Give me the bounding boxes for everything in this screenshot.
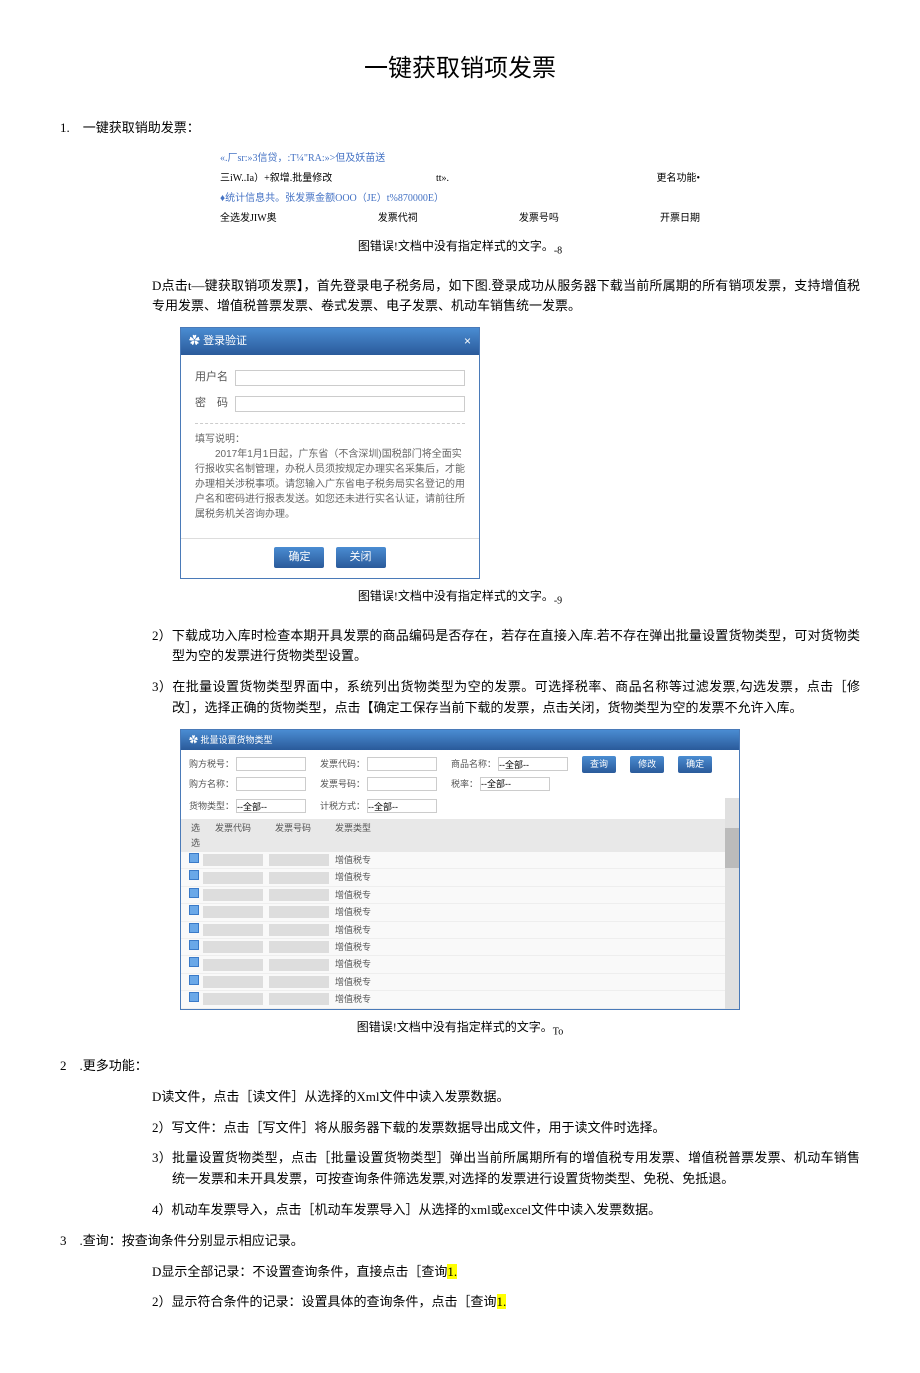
s2-p2: 2）写文件：点击［写文件］将从服务器下载的发票数据导出成文件，用于读文件时选择。 bbox=[60, 1118, 860, 1139]
filter-label: 税率： bbox=[451, 777, 478, 791]
checkbox[interactable] bbox=[185, 975, 203, 989]
toolbar-row2b: tt». bbox=[436, 171, 449, 187]
filter-label: 发票代码： bbox=[320, 757, 365, 771]
close-button[interactable]: 关闭 bbox=[336, 547, 386, 569]
checkbox[interactable] bbox=[185, 992, 203, 1006]
toolbar-row2a: 三iW..Ia）+叙增.批量修改 bbox=[220, 171, 332, 187]
filter-input[interactable] bbox=[367, 799, 437, 813]
page-title: 一键获取销项发票 bbox=[60, 50, 860, 88]
checkbox[interactable] bbox=[185, 870, 203, 884]
filter-input[interactable] bbox=[236, 799, 306, 813]
note-title: 填写说明： bbox=[195, 432, 465, 447]
paragraph-3: 3）在批量设置货物类型界面中，系统列出货物类型为空的发票。可选择税率、商品名称等… bbox=[60, 677, 860, 719]
scrollbar[interactable] bbox=[725, 798, 739, 1009]
s2-p4: 4）机动车发票导入，点击［机动车发票导入］从选择的xml或excel文件中读入发… bbox=[60, 1200, 860, 1221]
table-row[interactable]: 增值税专 bbox=[181, 887, 739, 904]
close-icon[interactable]: × bbox=[464, 332, 471, 351]
scrollbar-thumb[interactable] bbox=[725, 828, 739, 868]
table-row[interactable]: 增值税专 bbox=[181, 991, 739, 1008]
determine-button[interactable]: 确定 bbox=[678, 756, 712, 772]
gear-icon: ✿ bbox=[189, 735, 198, 745]
filter-label: 商品名称： bbox=[451, 757, 496, 771]
th-invoice-num: 发票号吗 bbox=[519, 211, 559, 227]
paragraph-2: 2）下载成功入库时检查本期开具发票的商品编码是否存在，若存在直接入库.若不存在弹… bbox=[60, 626, 860, 668]
toolbar-row1: «.厂sr:»3信贷，:T¼"RA:»>但及妖苗送 bbox=[220, 151, 385, 167]
ok-button[interactable]: 确定 bbox=[274, 547, 324, 569]
paragraph-1a: D点击t—键获取销项发票】，首先登录电子税务局，如下图.登录成功从服务器下载当前… bbox=[60, 276, 860, 318]
note-body: 2017年1月1日起，广东省（不含深圳)国税部门将全面实行报收实名制管理，办税人… bbox=[195, 447, 465, 522]
filter-input[interactable] bbox=[367, 757, 437, 771]
filter-label: 购方名称： bbox=[189, 777, 234, 791]
username-input[interactable] bbox=[235, 370, 465, 386]
section-1-head: 1. 一键获取销助发票： bbox=[60, 118, 860, 139]
query-button[interactable]: 查询 bbox=[582, 756, 616, 772]
table-row[interactable]: 增值税专 bbox=[181, 956, 739, 973]
s2-p3: 3）批量设置货物类型，点击［批量设置货物类型］弹出当前所属期所有的增值税专用发票… bbox=[60, 1148, 860, 1190]
checkbox[interactable] bbox=[185, 905, 203, 919]
batch-titlebar: ✿ 批量设置货物类型 bbox=[181, 730, 739, 750]
filter-input[interactable] bbox=[236, 777, 306, 791]
filter-label: 发票号码： bbox=[320, 777, 365, 791]
table-row[interactable]: 增值税专 bbox=[181, 922, 739, 939]
figure-caption-9: 图错误!文档中没有指定样式的文字。-9 bbox=[60, 587, 860, 609]
th-select-all: 全选发JIW奥 bbox=[220, 211, 277, 227]
batch-table-header: 选选 发票代码 发票号码 发票类型 bbox=[181, 819, 739, 852]
toolbar-figure: «.厂sr:»3信贷，:T¼"RA:»>但及妖苗送 三iW..Ia）+叙增.批量… bbox=[220, 149, 700, 229]
figure-caption-t: 图错误!文档中没有指定样式的文字。To bbox=[60, 1018, 860, 1040]
batch-dialog-figure: ✿ 批量设置货物类型 购方税号： 发票代码： 商品名称： 查询 修改 确定 购方… bbox=[180, 729, 740, 1010]
table-row[interactable]: 增值税专 bbox=[181, 869, 739, 886]
checkbox[interactable] bbox=[185, 888, 203, 902]
login-dialog-figure: ✿ 登录验证 × 用户名 密 码 填写说明： 2017年1月1日起，广东省（不含… bbox=[180, 327, 480, 579]
filter-input[interactable] bbox=[236, 757, 306, 771]
gear-icon: ✿ bbox=[189, 335, 200, 347]
filter-input[interactable] bbox=[367, 777, 437, 791]
batch-title: 批量设置货物类型 bbox=[201, 735, 273, 745]
highlight-text: 1. bbox=[447, 1264, 457, 1279]
table-row[interactable]: 增值税专 bbox=[181, 939, 739, 956]
batch-filter-bar: 购方税号： 发票代码： 商品名称： 查询 修改 确定 购方名称： 发票号码： 税… bbox=[181, 750, 739, 819]
toolbar-row2c: 更名功能• bbox=[656, 171, 700, 187]
modify-button[interactable]: 修改 bbox=[630, 756, 664, 772]
filter-input[interactable] bbox=[480, 777, 550, 791]
login-titlebar: ✿ 登录验证 × bbox=[181, 328, 479, 355]
filter-input[interactable] bbox=[498, 757, 568, 771]
batch-table-body: 增值税专 增值税专 增值税专 增值税专 增值税专 增值税专 增值税专 增值税专 … bbox=[181, 852, 739, 1009]
table-row[interactable]: 增值税专 bbox=[181, 904, 739, 921]
filter-label: 计税方式： bbox=[320, 799, 365, 813]
checkbox[interactable] bbox=[185, 957, 203, 971]
section-2-head: 2 .更多功能： bbox=[60, 1056, 860, 1077]
password-input[interactable] bbox=[235, 396, 465, 412]
checkbox[interactable] bbox=[185, 853, 203, 867]
password-label: 密 码 bbox=[195, 395, 235, 413]
toolbar-row3: ♦统计信息共。张发票金额OOO（JE）t%870000E） bbox=[220, 191, 444, 207]
table-row[interactable]: 增值税专 bbox=[181, 974, 739, 991]
figure-caption-8: 图错误!文档中没有指定样式的文字。-8 bbox=[60, 237, 860, 259]
th-issue-date: 开票日期 bbox=[660, 211, 700, 227]
filter-label: 货物类型： bbox=[189, 799, 234, 813]
s3-p1: D显示全部记录：不设置查询条件，直接点击［查询1. bbox=[60, 1262, 860, 1283]
checkbox[interactable] bbox=[185, 940, 203, 954]
username-label: 用户名 bbox=[195, 369, 235, 387]
s3-p2: 2）显示符合条件的记录：设置具体的查询条件，点击［查询1. bbox=[60, 1292, 860, 1313]
s2-p1: D读文件，点击［读文件］从选择的Xml文件中读入发票数据。 bbox=[60, 1087, 860, 1108]
login-title: 登录验证 bbox=[203, 335, 247, 347]
table-row[interactable]: 增值税专 bbox=[181, 852, 739, 869]
checkbox[interactable] bbox=[185, 923, 203, 937]
filter-label: 购方税号： bbox=[189, 757, 234, 771]
highlight-text: 1. bbox=[497, 1294, 507, 1309]
section-3-head: 3 .查询：按查询条件分别显示相应记录。 bbox=[60, 1231, 860, 1252]
th-invoice-code: 发票代祠 bbox=[378, 211, 418, 227]
